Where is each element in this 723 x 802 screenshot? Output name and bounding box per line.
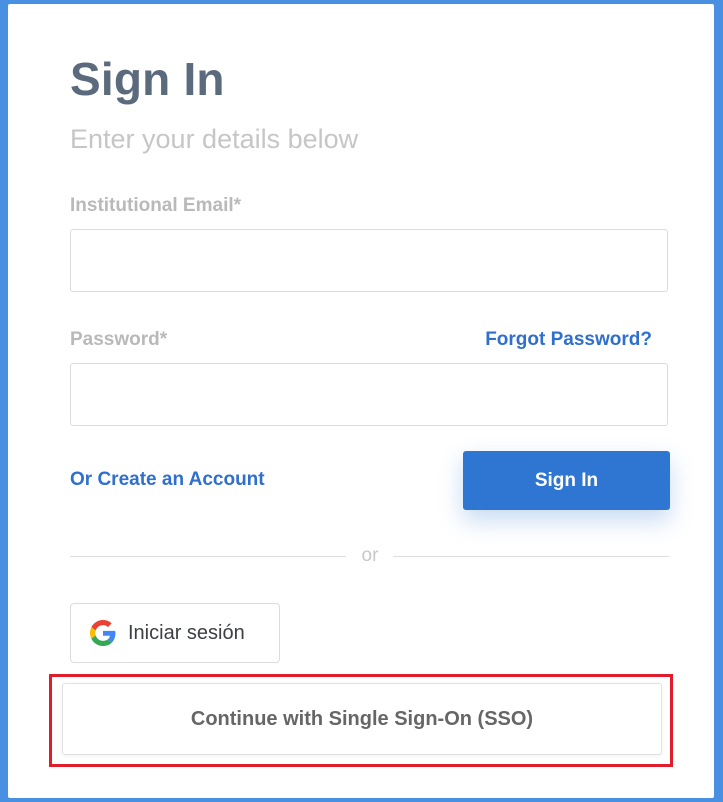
page-subtitle: Enter your details below [70, 124, 359, 154]
password-label: Password* [70, 329, 168, 350]
divider-line-right [393, 556, 669, 557]
google-sign-in-button[interactable]: Iniciar sesión [70, 603, 280, 663]
sso-button[interactable]: Continue with Single Sign-On (SSO) [62, 683, 662, 755]
email-field[interactable] [70, 229, 668, 292]
password-field[interactable] [70, 363, 668, 426]
google-g-icon [90, 620, 116, 646]
sign-in-card: Sign In Enter your details below Institu… [8, 4, 714, 798]
create-account-link[interactable]: Or Create an Account [70, 469, 265, 491]
sign-in-button[interactable]: Sign In [463, 451, 670, 510]
google-sign-in-label: Iniciar sesión [128, 621, 245, 644]
page-title: Sign In [70, 53, 225, 105]
divider-line-left [70, 556, 346, 557]
email-label: Institutional Email* [70, 195, 242, 216]
divider-text: or [361, 545, 379, 566]
forgot-password-link[interactable]: Forgot Password? [485, 329, 652, 351]
